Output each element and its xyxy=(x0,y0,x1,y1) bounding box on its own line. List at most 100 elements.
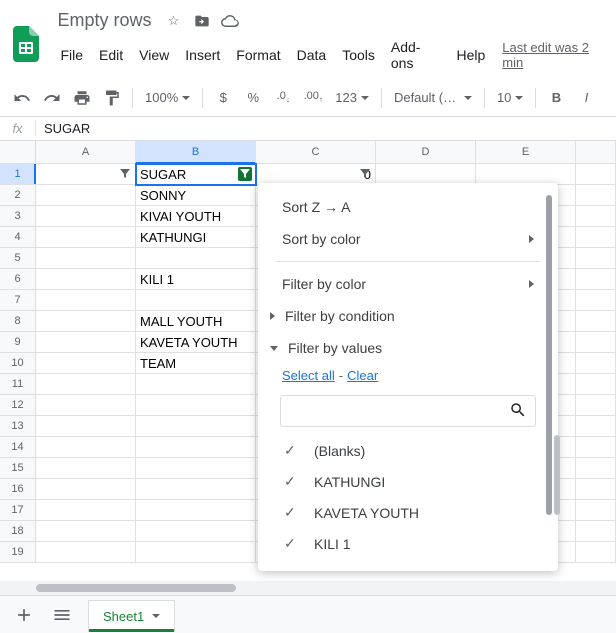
sheet-tab[interactable]: Sheet1 xyxy=(88,600,175,632)
row-header[interactable]: 17 xyxy=(0,500,36,521)
cell[interactable] xyxy=(36,353,136,374)
cell[interactable] xyxy=(576,395,616,416)
row-header[interactable]: 5 xyxy=(0,248,36,269)
row-header[interactable]: 11 xyxy=(0,374,36,395)
cell[interactable] xyxy=(36,185,136,206)
cell[interactable] xyxy=(136,479,256,500)
cell[interactable]: KATHUNGI xyxy=(136,227,256,248)
row-header[interactable]: 8 xyxy=(0,311,36,332)
cell[interactable] xyxy=(576,332,616,353)
menu-tools[interactable]: Tools xyxy=(335,43,382,67)
cell[interactable]: 0 xyxy=(256,164,376,185)
increase-decimal-button[interactable]: .00↑ xyxy=(299,84,327,112)
cell[interactable] xyxy=(136,437,256,458)
cell[interactable] xyxy=(576,185,616,206)
menu-format[interactable]: Format xyxy=(229,43,287,67)
cell[interactable] xyxy=(576,479,616,500)
row-header[interactable]: 18 xyxy=(0,521,36,542)
horizontal-scrollbar[interactable] xyxy=(0,581,616,595)
cell[interactable] xyxy=(36,206,136,227)
row-header[interactable]: 16 xyxy=(0,479,36,500)
zoom-select[interactable]: 100% xyxy=(139,85,196,111)
menu-view[interactable]: View xyxy=(132,43,176,67)
cell[interactable] xyxy=(576,290,616,311)
clear-link[interactable]: Clear xyxy=(347,368,378,383)
cell[interactable] xyxy=(136,500,256,521)
cell[interactable] xyxy=(136,521,256,542)
row-header[interactable]: 15 xyxy=(0,458,36,479)
row-header[interactable]: 6 xyxy=(0,269,36,290)
cell[interactable] xyxy=(136,542,256,563)
row-header[interactable]: 1 xyxy=(0,164,36,185)
cell[interactable] xyxy=(36,269,136,290)
cell[interactable] xyxy=(576,353,616,374)
row-header[interactable]: 14 xyxy=(0,437,36,458)
cell[interactable] xyxy=(136,416,256,437)
undo-button[interactable] xyxy=(8,84,36,112)
cell[interactable] xyxy=(576,458,616,479)
star-icon[interactable]: ☆ xyxy=(164,11,184,31)
cell[interactable]: TEAM xyxy=(136,353,256,374)
italic-button[interactable]: I xyxy=(572,84,600,112)
cell[interactable] xyxy=(576,542,616,563)
col-header-C[interactable]: C xyxy=(256,141,376,164)
cell[interactable] xyxy=(36,479,136,500)
cell[interactable] xyxy=(576,521,616,542)
paint-format-button[interactable] xyxy=(98,84,126,112)
cell[interactable]: KIVAI YOUTH xyxy=(136,206,256,227)
cell[interactable] xyxy=(576,374,616,395)
cell[interactable] xyxy=(36,290,136,311)
menu-file[interactable]: File xyxy=(53,43,90,67)
cell[interactable] xyxy=(36,311,136,332)
cell[interactable] xyxy=(36,416,136,437)
row-header[interactable]: 10 xyxy=(0,353,36,374)
cell[interactable] xyxy=(36,521,136,542)
all-sheets-button[interactable] xyxy=(50,603,74,627)
col-header-F[interactable] xyxy=(576,141,616,164)
doc-title[interactable]: Empty rows xyxy=(53,8,155,33)
col-header-E[interactable]: E xyxy=(476,141,576,164)
cell[interactable] xyxy=(36,437,136,458)
cell[interactable] xyxy=(476,164,576,185)
filter-icon[interactable] xyxy=(358,167,372,181)
row-header[interactable]: 2 xyxy=(0,185,36,206)
col-header-A[interactable]: A xyxy=(36,141,136,164)
cell[interactable] xyxy=(136,395,256,416)
filter-icon[interactable] xyxy=(118,167,132,181)
cell[interactable] xyxy=(576,248,616,269)
values-scrollbar[interactable] xyxy=(554,435,560,515)
select-all-corner[interactable] xyxy=(0,141,36,164)
row-header[interactable]: 19 xyxy=(0,542,36,563)
row-header[interactable]: 13 xyxy=(0,416,36,437)
last-edit-link[interactable]: Last edit was 2 min xyxy=(502,40,608,70)
move-icon[interactable] xyxy=(192,11,212,31)
sort-by-color-item[interactable]: Sort by color xyxy=(258,223,558,255)
menu-insert[interactable]: Insert xyxy=(178,43,227,67)
cell[interactable]: MALL YOUTH xyxy=(136,311,256,332)
cell[interactable] xyxy=(576,164,616,185)
cell[interactable]: SONNY xyxy=(136,185,256,206)
menu-addons[interactable]: Add-ons xyxy=(384,35,448,75)
filter-by-condition-item[interactable]: Filter by condition xyxy=(258,300,558,332)
cell[interactable] xyxy=(576,500,616,521)
format-percent-button[interactable]: % xyxy=(239,84,267,112)
menu-edit[interactable]: Edit xyxy=(92,43,130,67)
font-size-select[interactable]: 10 xyxy=(491,85,529,111)
decrease-decimal-button[interactable]: .0↓ xyxy=(269,84,297,112)
row-header[interactable]: 12 xyxy=(0,395,36,416)
filter-by-color-item[interactable]: Filter by color xyxy=(258,268,558,300)
row-header[interactable]: 3 xyxy=(0,206,36,227)
cell[interactable] xyxy=(376,164,476,185)
print-button[interactable] xyxy=(68,84,96,112)
row-header[interactable]: 7 xyxy=(0,290,36,311)
cell[interactable] xyxy=(576,206,616,227)
filter-icon[interactable] xyxy=(238,167,252,181)
scrollbar-thumb[interactable] xyxy=(36,584,236,592)
filter-value-item[interactable]: ✓KILI 1 xyxy=(278,528,538,559)
row-header[interactable]: 9 xyxy=(0,332,36,353)
sort-za-item[interactable]: Sort Z → A xyxy=(258,191,558,223)
number-format-select[interactable]: 123 xyxy=(329,85,375,111)
cell[interactable] xyxy=(576,416,616,437)
sheets-logo[interactable] xyxy=(8,20,43,68)
cell[interactable] xyxy=(136,374,256,395)
